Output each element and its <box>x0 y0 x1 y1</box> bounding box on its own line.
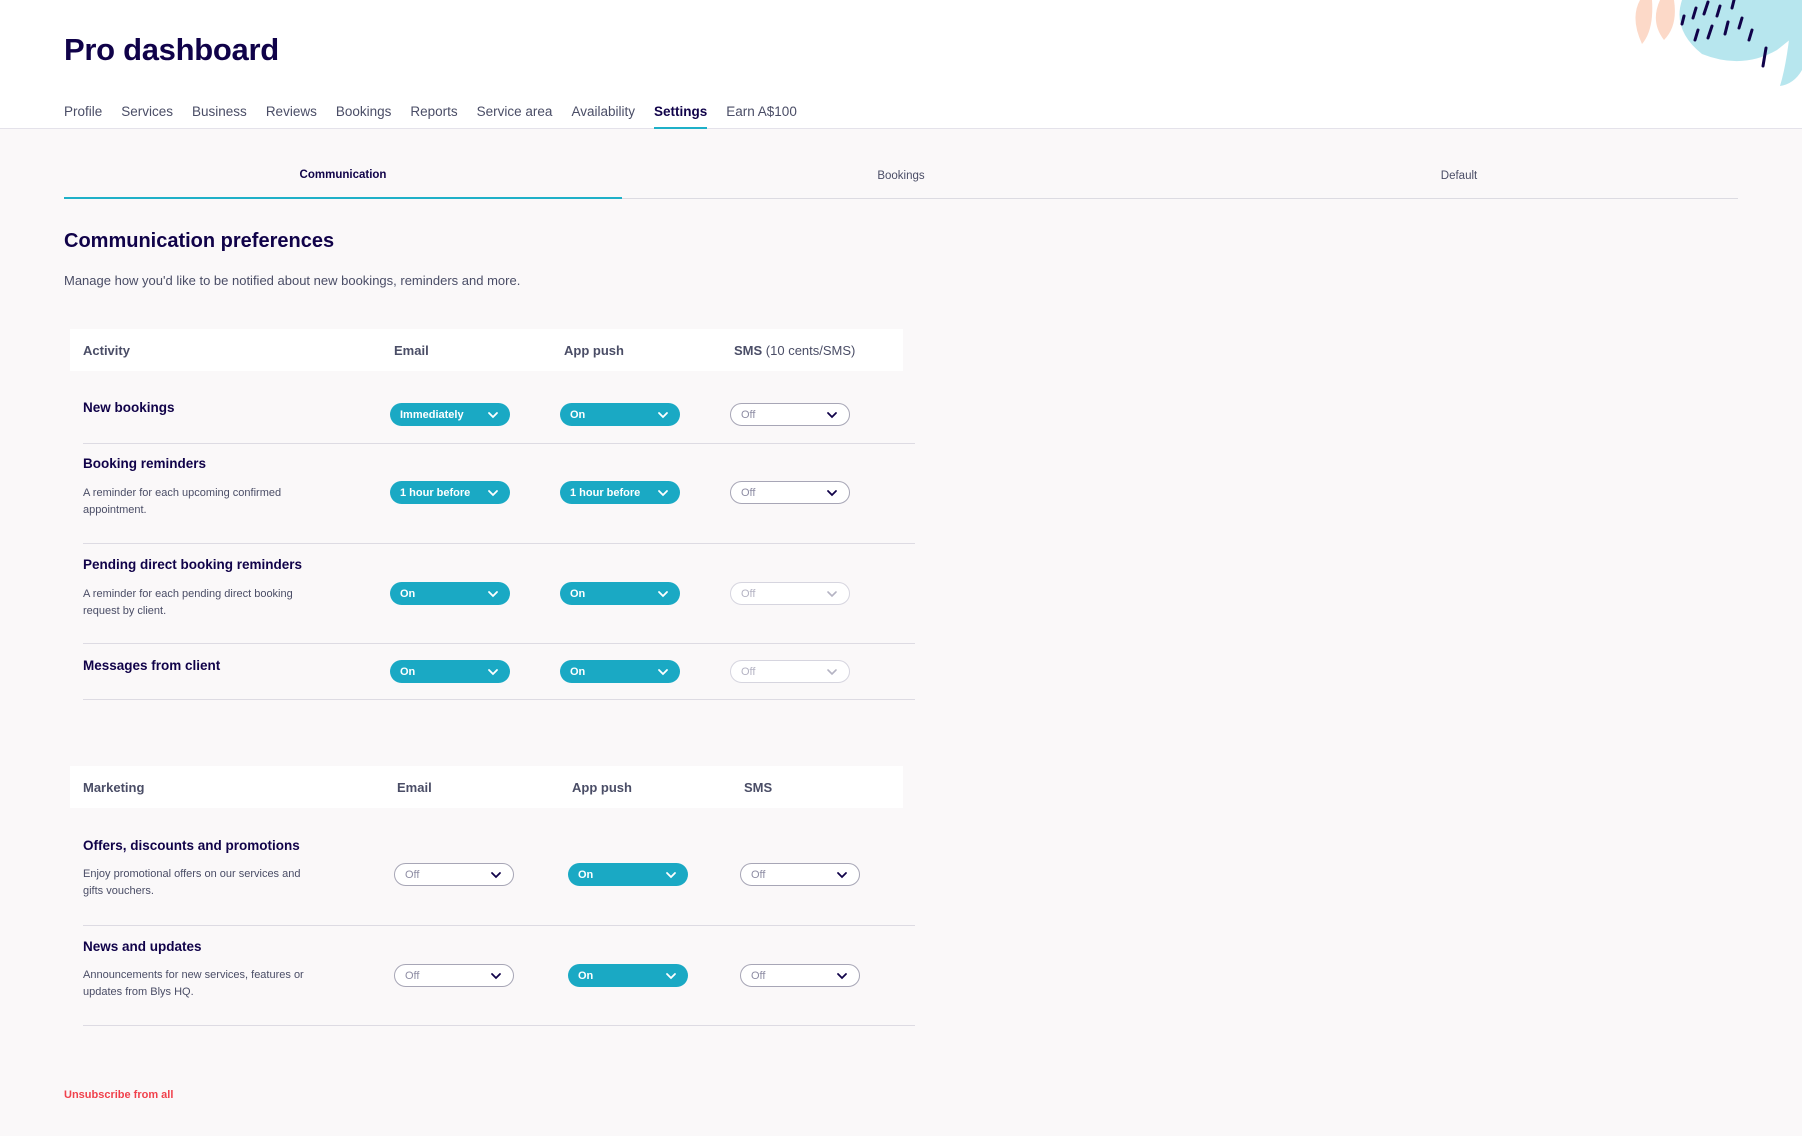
pending-reminders-push-select[interactable]: On <box>560 582 680 605</box>
chevron-down-icon <box>488 411 498 418</box>
header-email: Email <box>394 343 429 358</box>
page-header: Pro dashboard Profile Services Business … <box>0 0 1802 129</box>
row-desc-pending-direct-booking-reminders: A reminder for each pending direct booki… <box>83 588 293 617</box>
row-title-news-updates: News and updates <box>83 939 202 954</box>
row-divider <box>83 699 915 700</box>
chevron-down-icon <box>666 972 676 979</box>
chevron-down-icon <box>488 590 498 597</box>
nav-earn[interactable]: Earn A$100 <box>726 104 797 129</box>
news-email-select[interactable]: Off <box>394 964 514 987</box>
row-divider <box>83 1025 915 1026</box>
chevron-down-icon <box>827 590 837 597</box>
row-title-pending-direct-booking-reminders: Pending direct booking reminders <box>83 557 303 572</box>
tab-default[interactable]: Default <box>1180 160 1738 198</box>
settings-subtabs: Communication Bookings Default <box>64 160 1738 199</box>
chevron-down-icon <box>658 590 668 597</box>
main-nav: Profile Services Business Reviews Bookin… <box>64 104 797 129</box>
decorative-illustration <box>1612 0 1802 90</box>
offers-push-select[interactable]: On <box>568 863 688 886</box>
section-description: Manage how you'd like to be notified abo… <box>64 273 521 288</box>
chevron-down-icon <box>837 972 847 979</box>
page-title: Pro dashboard <box>64 32 279 67</box>
chevron-down-icon <box>827 489 837 496</box>
nav-service-area[interactable]: Service area <box>477 104 553 129</box>
row-title-messages-from-client: Messages from client <box>83 658 221 673</box>
row-title-booking-reminders: Booking reminders <box>83 456 207 471</box>
booking-reminders-sms-select[interactable]: Off <box>730 481 850 504</box>
chevron-down-icon <box>491 871 501 878</box>
chevron-down-icon <box>491 972 501 979</box>
news-sms-select[interactable]: Off <box>740 964 860 987</box>
messages-push-select[interactable]: On <box>560 660 680 683</box>
header-activity: Activity <box>83 343 130 358</box>
header-email: Email <box>397 780 432 795</box>
chevron-down-icon <box>827 411 837 418</box>
news-push-select[interactable]: On <box>568 964 688 987</box>
header-sms: SMS <box>744 780 773 795</box>
row-desc-booking-reminders: A reminder for each upcoming confirmed a… <box>83 487 282 516</box>
row-divider <box>83 643 915 644</box>
chevron-down-icon <box>658 668 668 675</box>
chevron-down-icon <box>666 871 676 878</box>
chevron-down-icon <box>837 871 847 878</box>
nav-business[interactable]: Business <box>192 104 247 129</box>
tab-communication[interactable]: Communication <box>64 160 622 199</box>
row-title-offers: Offers, discounts and promotions <box>83 838 300 853</box>
marketing-table-header: Marketing Email App push SMS <box>70 766 903 808</box>
row-divider <box>83 543 915 544</box>
nav-services[interactable]: Services <box>121 104 173 129</box>
chevron-down-icon <box>488 668 498 675</box>
unsubscribe-all-link[interactable]: Unsubscribe from all <box>64 1089 173 1101</box>
sms-cost-note: (10 cents/SMS) <box>765 343 856 358</box>
header-app-push: App push <box>564 343 624 358</box>
nav-profile[interactable]: Profile <box>64 104 102 129</box>
nav-settings[interactable]: Settings <box>654 104 708 129</box>
row-divider <box>83 925 915 926</box>
new-bookings-email-select[interactable]: Immediately <box>390 403 510 426</box>
chevron-down-icon <box>658 411 668 418</box>
chevron-down-icon <box>488 489 498 496</box>
tab-bookings[interactable]: Bookings <box>622 160 1180 198</box>
pending-reminders-email-select[interactable]: On <box>390 582 510 605</box>
nav-reviews[interactable]: Reviews <box>266 104 317 129</box>
booking-reminders-push-select[interactable]: 1 hour before <box>560 481 680 504</box>
booking-reminders-email-select[interactable]: 1 hour before <box>390 481 510 504</box>
new-bookings-push-select[interactable]: On <box>560 403 680 426</box>
header-marketing: Marketing <box>83 780 145 795</box>
chevron-down-icon <box>827 668 837 675</box>
chevron-down-icon <box>658 489 668 496</box>
nav-availability[interactable]: Availability <box>571 104 635 129</box>
new-bookings-sms-select[interactable]: Off <box>730 403 850 426</box>
section-title: Communication preferences <box>64 230 335 252</box>
messages-sms-select: Off <box>730 660 850 683</box>
offers-sms-select[interactable]: Off <box>740 863 860 886</box>
offers-email-select[interactable]: Off <box>394 863 514 886</box>
messages-email-select[interactable]: On <box>390 660 510 683</box>
row-title-new-bookings: New bookings <box>83 400 175 415</box>
nav-reports[interactable]: Reports <box>410 104 457 129</box>
row-desc-offers: Enjoy promotional offers on our services… <box>83 868 301 897</box>
activity-table-header: Activity Email App push SMS (10 cents/SM… <box>70 329 903 371</box>
pending-reminders-sms-select: Off <box>730 582 850 605</box>
header-app-push: App push <box>572 780 632 795</box>
row-desc-news-updates: Announcements for new services, features… <box>83 969 304 998</box>
row-divider <box>83 443 915 444</box>
nav-bookings[interactable]: Bookings <box>336 104 392 129</box>
header-sms: SMS (10 cents/SMS) <box>734 343 856 358</box>
